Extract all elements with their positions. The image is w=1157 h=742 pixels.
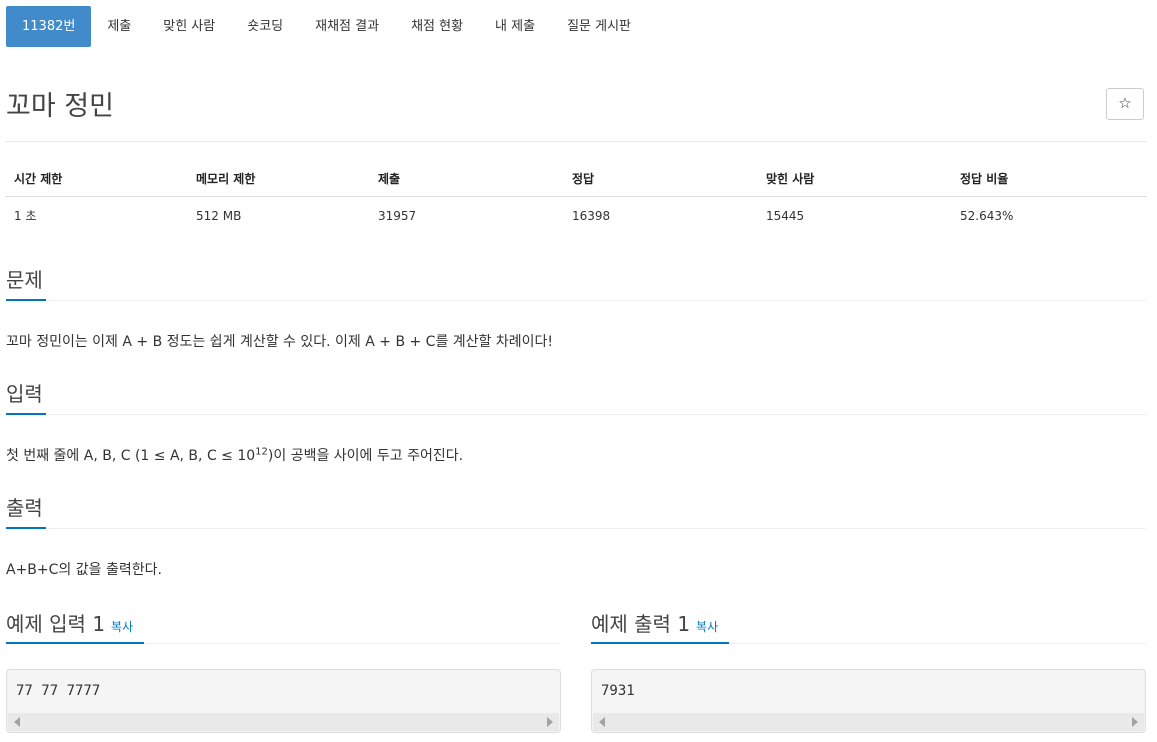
memory-limit-value: 512 MB [196,209,242,223]
tab-judge-status[interactable]: 채점 현황 [395,6,479,47]
header-memory-limit: 메모리 제한 [196,172,256,186]
scroll-right-icon[interactable] [1132,717,1138,727]
table-row: 1 초 512 MB 31957 16398 15445 52.643% [6,197,1146,233]
problem-section-underline [6,299,46,301]
sample-input-label: 예제 입력 1 [6,612,106,636]
sample-input-title: 예제 입력 1 복사 [6,608,133,637]
solved-users-value: 15445 [766,209,805,223]
problem-section-title: 문제 [6,268,43,292]
copy-sample-output-button[interactable]: 복사 [696,620,718,634]
input-section-underline [6,413,46,415]
sample-input-box[interactable]: 77 77 7777 [6,669,561,733]
input-text-exponent: 12 [255,446,268,458]
sample-input-underline [6,642,144,644]
input-description: 첫 번째 줄에 A, B, C (1 ≤ A, B, C ≤ 1012)이 공백… [6,445,463,465]
scroll-left-icon[interactable] [14,717,20,727]
tab-question-board[interactable]: 질문 게시판 [551,6,647,47]
sample-output-scrollbar[interactable] [593,713,1144,731]
favorite-star-button[interactable]: ☆ [1106,88,1144,120]
scroll-right-icon[interactable] [547,717,553,727]
sample-input-content: 77 77 7777 [16,683,101,699]
star-icon: ☆ [1118,94,1132,112]
sample-output-title: 예제 출력 1 복사 [591,608,718,637]
copy-sample-input-button[interactable]: 복사 [111,620,133,634]
tab-solved-users[interactable]: 맞힌 사람 [147,6,231,47]
header-submissions: 제출 [378,172,401,186]
output-section-underline [6,527,46,529]
problem-description: 꼬마 정민이는 이제 A + B 정도는 쉽게 계산할 수 있다. 이제 A +… [6,334,554,350]
submissions-value: 31957 [378,209,417,223]
problem-info-table: 시간 제한 메모리 제한 제출 정답 맞힌 사람 정답 비율 1 초 512 M… [6,160,1146,233]
accept-ratio-value: 52.643% [960,209,1014,223]
input-text-main: 첫 번째 줄에 A, B, C (1 ≤ A, B, C ≤ 10 [6,448,256,464]
sample-output-content: 7931 [601,683,635,699]
input-text-rest: )이 공백을 사이에 두고 주어진다. [267,448,464,464]
problem-menu-tabs: 11382번 제출 맞힌 사람 숏코딩 재채점 결과 채점 현황 내 제출 질문… [6,6,647,47]
tab-short-coding[interactable]: 숏코딩 [231,6,299,47]
sample-input-scrollbar[interactable] [8,713,559,731]
tab-submit[interactable]: 제출 [91,6,147,47]
input-section-title: 입력 [6,382,43,406]
sample-output-label: 예제 출력 1 [591,612,691,636]
tab-my-submissions[interactable]: 내 제출 [479,6,551,47]
sample-output-underline [591,642,729,644]
input-section-divider [6,414,1146,415]
scroll-left-icon[interactable] [599,717,605,727]
header-accepted: 정답 [572,172,595,186]
problem-title: 꼬마 정민 [6,91,114,122]
table-header-row: 시간 제한 메모리 제한 제출 정답 맞힌 사람 정답 비율 [6,160,1146,197]
time-limit-value: 1 초 [14,209,37,223]
title-divider [6,141,1146,142]
problem-section-divider [6,300,1146,301]
output-section-title: 출력 [6,496,43,520]
header-time-limit: 시간 제한 [14,172,63,186]
tab-problem-number[interactable]: 11382번 [6,6,92,47]
sample-output-box[interactable]: 7931 [591,669,1146,733]
tab-rejudge-results[interactable]: 재채점 결과 [299,6,395,47]
header-accept-ratio: 정답 비율 [960,172,1009,186]
output-section-divider [6,528,1146,529]
accepted-value: 16398 [572,209,611,223]
output-description: A+B+C의 값을 출력한다. [6,562,162,578]
header-solved-users: 맞힌 사람 [766,172,815,186]
